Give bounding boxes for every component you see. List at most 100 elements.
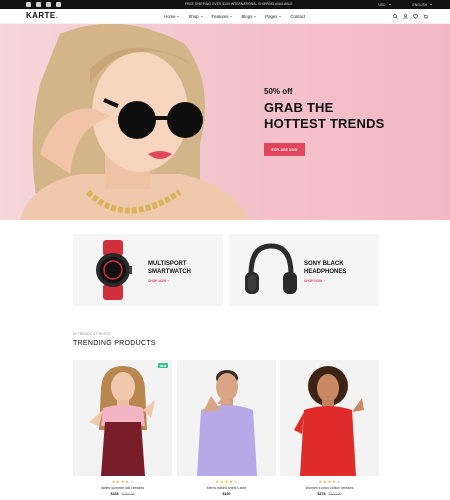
arrow-right-icon: › [168,279,170,283]
main-nav: Home Shop Features Blogs Pages Contact [164,9,305,24]
product-model-image [89,366,155,476]
currency-select[interactable]: USD [379,3,391,7]
star-icon: ★ [327,479,332,484]
chevron-down-icon [230,16,233,17]
promo-title-line: MULTISPORT [148,261,187,267]
logo[interactable]: KARTE. [26,11,58,20]
language-value: ENGLISH [412,2,427,7]
product-model-image [197,370,257,476]
promo-title-line: SMARTWATCH [148,269,191,275]
hero-title-line: HOTTEST TRENDS [264,116,385,131]
product-old-price: $245.99 [121,492,135,496]
promo-title: SONY BLACK HEADPHONES [304,260,346,276]
explore-now-button[interactable]: EXPLORE NOW [264,143,305,156]
promo-card-smartwatch[interactable]: MULTISPORT SMARTWATCH SHOP NOW › [73,234,223,306]
nav-label: Home [164,14,176,19]
product-image[interactable]: NEW [73,360,172,476]
nav-label: Shop [188,14,199,19]
logo-dot: . [55,11,59,20]
chevron-down-icon [254,16,257,17]
instagram-icon[interactable] [56,2,61,7]
nav-label: Blogs [241,14,253,19]
promo-card-headphones[interactable]: SONY BLACK HEADPHONES SHOP NOW › [229,234,379,306]
nav-item-features[interactable]: Features [212,14,233,19]
chevron-down-icon [279,16,282,17]
product-prices: $190 [177,492,276,496]
rating-stars: ★ ★ ★ ★ ★ [177,480,276,484]
nav-item-home[interactable]: Home [164,14,180,19]
nav-label: Features [211,14,229,19]
shop-now-label: SHOP NOW [304,279,323,283]
product-price: $168 [110,492,119,496]
shop-now-label: SHOP NOW [148,279,167,283]
star-icon: ★ [220,479,224,484]
product-name[interactable]: Men's naked shirts t-shirt [177,486,276,490]
product-card[interactable]: ★ ★ ★ ★ ★ Men's naked shirts t-shirt $19… [177,360,276,496]
product-price: $278 [317,492,326,496]
language-select[interactable]: ENGLISH [413,3,432,7]
section-title: TRENDING PRODUCTS [73,340,156,347]
chevron-down-icon [430,4,432,5]
nav-item-contact[interactable]: Contact [290,14,305,19]
star-icon: ★ [318,479,323,484]
nav-item-shop[interactable]: Shop [188,14,203,19]
product-name[interactable]: ladies summer silk dresses [73,486,172,490]
star-icon: ★ [120,479,125,484]
star-icon: ★ [129,479,134,484]
search-icon[interactable] [393,14,398,19]
product-image[interactable] [280,360,379,476]
product-old-price: $315.00 [328,492,342,496]
social-links [26,2,61,7]
product-prices: $278 $315.00 [280,492,379,496]
smartwatch-image [96,240,132,300]
hero-title-line: GRAB THE [264,100,334,115]
hero-model-image [20,24,250,220]
top-bar-selectors: USD ENGLISH [379,0,432,9]
star-icon: ★ [233,479,238,484]
product-name[interactable]: Women's lotus cotton dresses [280,486,379,490]
star-icon: ★ [323,479,327,484]
new-badge: NEW [158,363,168,368]
product-prices: $168 $245.99 [73,492,172,496]
nav-item-pages[interactable]: Pages [265,14,282,19]
star-icon: ★ [215,479,220,484]
hero-text: 50% off GRAB THE HOTTEST TRENDS EXPLORE … [264,87,385,156]
facebook-icon[interactable] [26,2,31,7]
chevron-down-icon [200,16,203,17]
product-model-image [294,366,364,476]
logo-text: KARTE [26,11,56,20]
shop-now-link[interactable]: SHOP NOW › [148,279,169,283]
shipping-promo-text: FREE SHIPPING OVER $100 INTERNATIONAL SH… [185,2,293,6]
nav-item-blogs[interactable]: Blogs [241,14,257,19]
twitter-icon[interactable] [46,2,51,7]
chevron-down-icon [177,16,180,17]
nav-label: Contact [290,14,306,19]
product-card[interactable]: ★ ★ ★ ★ ★ Women's lotus cotton dresses $… [280,360,379,496]
hero-offer: 50% off [264,87,293,96]
chevron-down-icon [388,4,391,5]
youtube-icon[interactable] [36,2,41,7]
section-eyebrow: IN TRENDS & FROSTS [73,332,111,336]
site-header: KARTE. Home Shop Features Blogs Pages Co… [0,9,450,24]
star-icon: ★ [224,479,229,484]
star-icon: ★ [116,479,120,484]
hero-title: GRAB THE HOTTEST TRENDS [264,100,385,132]
star-icon: ★ [111,479,116,484]
star-icon: ★ [332,479,336,484]
promo-title-line: SONY BLACK [304,261,344,267]
header-actions [393,9,428,24]
product-image[interactable] [177,360,276,476]
product-card[interactable]: NEW ★ ★ ★ ★ ★ ladies summer silk dresses… [73,360,172,496]
hero-banner: 50% off GRAB THE HOTTEST TRENDS EXPLORE … [0,24,450,220]
heart-icon[interactable] [413,14,418,19]
promo-title-line: HEADPHONES [304,269,347,275]
product-price: $190 [222,492,231,496]
headphones-image [245,243,297,294]
cart-icon[interactable] [423,14,428,19]
nav-label: Pages [265,14,278,19]
currency-value: USD [378,2,386,7]
user-icon[interactable] [403,14,408,19]
promo-title: MULTISPORT SMARTWATCH [148,260,191,276]
top-bar: FREE SHIPPING OVER $100 INTERNATIONAL SH… [0,0,450,9]
shop-now-link[interactable]: SHOP NOW › [304,279,325,283]
